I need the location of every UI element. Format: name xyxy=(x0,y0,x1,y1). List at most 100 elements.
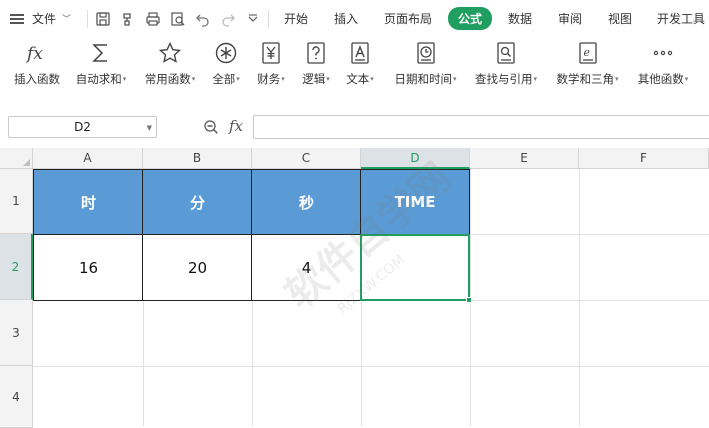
dropdown-arrow-icon: ▾ xyxy=(122,75,127,83)
tab-developer[interactable]: 开发工具 xyxy=(657,0,705,37)
cell-d1[interactable]: TIME xyxy=(360,169,470,235)
svg-text:fx: fx xyxy=(25,44,43,64)
tab-label: 插入 xyxy=(334,12,359,26)
search-doc-icon xyxy=(497,42,515,64)
insert-function-button[interactable]: fx 插入函数 xyxy=(10,37,64,99)
column-header-d[interactable]: D xyxy=(361,148,470,169)
dropdown-arrow-icon: ▾ xyxy=(326,75,330,83)
autosum-button[interactable]: 自动求和▾ xyxy=(71,37,131,99)
ribbon-label: 其他函数 xyxy=(637,72,684,86)
insert-function-fx-button[interactable]: fx xyxy=(229,117,243,135)
column-header-b[interactable]: B xyxy=(143,148,252,169)
format-painter-icon[interactable] xyxy=(119,10,137,28)
undo-icon[interactable] xyxy=(194,10,212,28)
quick-access-toolbar xyxy=(94,0,262,37)
column-header-c[interactable]: C xyxy=(252,148,361,169)
file-menu[interactable]: 文件 ﹀ xyxy=(10,0,71,37)
column-header-a[interactable]: A xyxy=(33,148,143,169)
dropdown-arrow-icon: ▾ xyxy=(452,75,457,83)
tab-label: 审阅 xyxy=(558,12,583,26)
tab-label: 开始 xyxy=(284,12,309,26)
text-a-icon xyxy=(351,42,369,64)
cell-c1[interactable]: 秒 xyxy=(251,169,362,235)
financial-button[interactable]: 财务▾ xyxy=(253,37,289,99)
cell-a1[interactable]: 时 xyxy=(33,169,144,235)
ribbon-label: 自动求和 xyxy=(75,72,122,86)
ribbon-label: 日期和时间 xyxy=(394,72,452,86)
chevron-down-icon: ﹀ xyxy=(62,15,72,25)
spreadsheet-grid: A B C D E F 1 2 3 4 时 分 秒 TIME 16 20 4 xyxy=(0,148,709,428)
more-functions-button[interactable]: 其他函数▾ xyxy=(631,37,695,99)
dropdown-arrow-icon: ▾ xyxy=(614,75,619,83)
row-header-3[interactable]: 3 xyxy=(0,300,33,366)
formula-input[interactable] xyxy=(253,115,709,139)
ribbon-label: 插入函数 xyxy=(14,72,60,86)
dropdown-arrow-icon: ▾ xyxy=(281,75,285,83)
tab-label: 公式 xyxy=(448,7,493,30)
ribbon-label: 数学和三角 xyxy=(556,72,614,86)
tab-view[interactable]: 视图 xyxy=(608,0,632,37)
file-menu-label: 文件 xyxy=(32,12,57,26)
clock-icon xyxy=(416,42,435,64)
text-functions-button[interactable]: 文本▾ xyxy=(342,37,378,99)
cell-b2[interactable]: 20 xyxy=(142,234,253,301)
tab-label: 数据 xyxy=(508,12,533,26)
customize-toolbar-icon[interactable] xyxy=(244,10,262,28)
select-all-corner[interactable] xyxy=(0,148,33,169)
gridline xyxy=(579,169,580,426)
math-trig-button[interactable]: e 数学和三角▾ xyxy=(550,37,625,99)
fx-icon: fx xyxy=(25,44,43,64)
dropdown-arrow-icon: ▾ xyxy=(684,75,689,83)
tab-data[interactable]: 数据 xyxy=(508,0,532,37)
ribbon-label: 文本 xyxy=(346,72,370,86)
all-functions-button[interactable]: 全部▾ xyxy=(207,37,245,99)
tab-home[interactable]: 开始 xyxy=(284,0,308,37)
ribbon-label: 全部 xyxy=(212,72,236,86)
tab-review[interactable]: 审阅 xyxy=(558,0,582,37)
lookup-reference-button[interactable]: 查找与引用▾ xyxy=(469,37,543,99)
asterisk-icon xyxy=(215,42,237,64)
tab-page-layout[interactable]: 页面布局 xyxy=(384,0,432,37)
redo-icon[interactable] xyxy=(219,10,237,28)
column-header-e[interactable]: E xyxy=(470,148,579,169)
date-time-button[interactable]: 日期和时间▾ xyxy=(388,37,463,99)
column-header-f[interactable]: F xyxy=(579,148,709,169)
row-header-2[interactable]: 2 xyxy=(0,234,33,300)
tab-label: 开发工具 xyxy=(657,12,706,26)
tab-insert[interactable]: 插入 xyxy=(334,0,358,37)
logical-button[interactable]: 逻辑▾ xyxy=(298,37,334,99)
svg-text:e: e xyxy=(583,46,590,59)
star-icon xyxy=(158,41,182,63)
formula-bar: D2 ▼ fx xyxy=(0,104,709,148)
save-icon[interactable] xyxy=(94,10,112,28)
divider xyxy=(268,9,269,28)
tab-formulas[interactable]: 公式 xyxy=(448,0,493,37)
row-header-4[interactable]: 4 xyxy=(0,366,33,428)
ribbon-label: 常用函数 xyxy=(144,72,191,86)
fill-handle[interactable] xyxy=(466,297,472,303)
hamburger-icon xyxy=(10,13,24,24)
name-box[interactable]: D2 ▼ xyxy=(8,116,157,138)
dropdown-arrow-icon: ▾ xyxy=(236,75,240,83)
divider xyxy=(87,9,88,28)
print-icon[interactable] xyxy=(144,10,162,28)
menu-bar: 文件 ﹀ 开始 插入 页面布局 公式 数据 审阅 视图 开发工具 xyxy=(0,0,709,37)
ribbon: fx 插入函数 自动求和▾ 常用函数▾ 全部▾ 财务▾ 逻辑▾ 文本▾ 日期和时… xyxy=(0,37,709,99)
more-dots-icon xyxy=(653,50,673,56)
active-cell-selection[interactable] xyxy=(360,234,470,301)
dropdown-arrow-icon: ▾ xyxy=(370,75,374,83)
zoom-out-icon[interactable] xyxy=(203,119,219,135)
name-box-value: D2 xyxy=(74,120,91,134)
row-header-1[interactable]: 1 xyxy=(0,169,33,234)
ribbon-label: 逻辑 xyxy=(302,72,326,86)
cell-b1[interactable]: 分 xyxy=(142,169,253,235)
cell-a2[interactable]: 16 xyxy=(33,234,144,301)
ribbon-label: 财务 xyxy=(257,72,281,86)
math-book-icon: e xyxy=(578,42,597,64)
cell-c2[interactable]: 4 xyxy=(251,234,362,301)
common-functions-button[interactable]: 常用函数▾ xyxy=(140,37,200,99)
tab-label: 页面布局 xyxy=(384,12,433,26)
yen-icon xyxy=(262,42,280,64)
print-preview-icon[interactable] xyxy=(169,10,187,28)
dropdown-arrow-icon: ▾ xyxy=(191,75,196,83)
